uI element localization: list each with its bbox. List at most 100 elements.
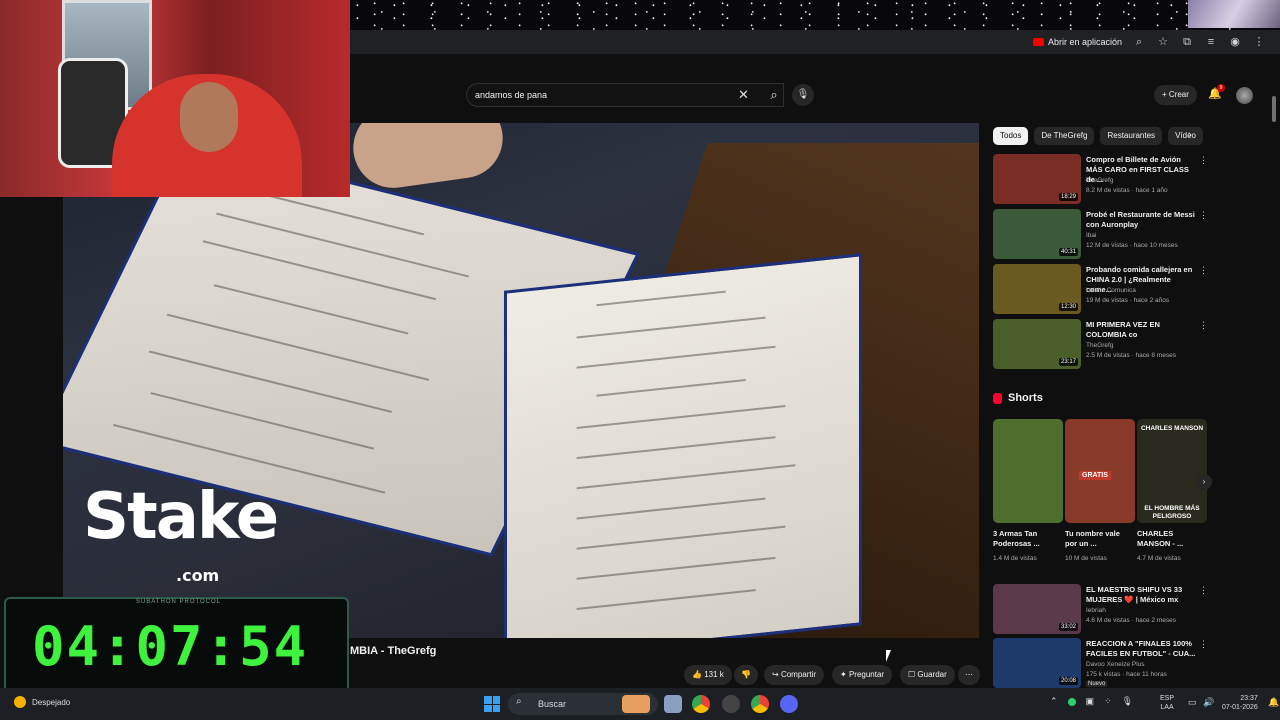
more-options-icon[interactable]: ⋮ (1199, 585, 1208, 596)
chrome-icon[interactable] (692, 695, 710, 713)
display-icon[interactable]: ▭ (1188, 697, 1197, 708)
shorts-heading: Shorts (993, 392, 1043, 404)
short-title[interactable]: Tu nombre vale por un ... (1065, 529, 1129, 549)
weather-widget[interactable]: Despejado (14, 696, 70, 708)
keyboard-layout: LAA (1160, 704, 1174, 711)
chrome-active-icon[interactable] (751, 695, 769, 713)
search-highlight-icon[interactable] (622, 695, 650, 713)
dislike-button[interactable]: 👎 (734, 665, 758, 685)
video-thumbnail[interactable]: 33:02 (993, 584, 1081, 634)
video-title: MBIA - TheGrefg (350, 645, 437, 657)
notification-center-icon[interactable]: 🔔 (1268, 697, 1279, 708)
video-player[interactable] (63, 123, 979, 638)
shorts-icon (993, 392, 1002, 404)
windows-start-icon[interactable] (484, 696, 500, 712)
discord-icon[interactable] (780, 695, 798, 713)
short-thumbnail[interactable] (993, 419, 1063, 523)
zoom-icon[interactable]: ⌕ (1132, 35, 1146, 49)
save-button[interactable]: ☐ Guardar (900, 665, 955, 685)
channel-name[interactable]: Ibai (1086, 232, 1096, 239)
more-options-icon[interactable]: ⋮ (1199, 265, 1208, 276)
search-input[interactable]: andamos de pana (466, 83, 784, 107)
page-scrollbar[interactable] (1272, 86, 1278, 686)
short-thumbnail[interactable]: CHARLES MANSON EL HOMBRE MÁS PELIGROSO (1137, 419, 1207, 523)
video-duration: 33:02 (1058, 623, 1078, 631)
app-icon[interactable] (722, 695, 740, 713)
network-tray-icon[interactable]: ⁘ (1104, 696, 1112, 707)
share-label: Compartir (780, 670, 817, 679)
browser-menu-icon[interactable]: ⋮ (1252, 35, 1266, 49)
more-options-icon[interactable]: ⋮ (1199, 639, 1208, 650)
extensions-icon[interactable]: ⧉ (1180, 35, 1194, 49)
more-actions-button[interactable]: ⋯ (958, 665, 980, 685)
clear-search-icon[interactable]: ✕ (738, 87, 749, 103)
short-thumbnail[interactable]: GRATIS (1065, 419, 1135, 523)
save-label: Guardar (917, 670, 947, 679)
volume-icon[interactable]: 🔊 (1203, 697, 1214, 708)
task-view-icon[interactable] (664, 695, 682, 713)
search-icon: ⌕ (516, 696, 522, 707)
scrollbar-thumb[interactable] (1272, 96, 1276, 122)
mic-tray-icon[interactable]: 🎙 (1122, 696, 1133, 707)
video-duration: 23:17 (1058, 358, 1078, 366)
channel-name[interactable]: Iebriah (1086, 607, 1106, 614)
more-options-icon[interactable]: ⋮ (1199, 320, 1208, 331)
video-thumbnail[interactable]: 23:17 (993, 319, 1081, 369)
video-thumbnail[interactable]: 12:30 (993, 264, 1081, 314)
webcam-streamer-head (180, 82, 238, 152)
video-title[interactable]: Probé el Restaurante de Messi con Auronp… (1086, 210, 1198, 230)
video-title[interactable]: MI PRIMERA VEZ EN COLOMBIA co (1086, 320, 1198, 340)
mouse-cursor (886, 650, 891, 662)
short-bottom-text: EL HOMBRE MÁS PELIGROSO (1144, 505, 1200, 520)
video-meta: 12 M de vistas · hace 10 meses (1086, 242, 1178, 249)
video-title[interactable]: EL MAESTRO SHIFU VS 33 MUJERES ❤️ | Méxi… (1086, 585, 1198, 605)
short-title[interactable]: CHARLES MANSON - ... (1137, 529, 1201, 549)
create-button[interactable]: + Crear (1154, 85, 1197, 105)
list-item[interactable]: 12:30 Probando comida callejera en CHINA… (993, 264, 1208, 314)
list-item[interactable]: 33:02 EL MAESTRO SHIFU VS 33 MUJERES ❤️ … (993, 584, 1208, 634)
create-label: Crear (1168, 90, 1189, 99)
video-thumbnail[interactable]: 18:29 (993, 154, 1081, 204)
search-button[interactable]: ⌕ (758, 83, 790, 107)
ask-button[interactable]: ✦ Preguntar (832, 665, 893, 685)
short-title[interactable]: 3 Armas Tan Poderosas ... (993, 529, 1057, 549)
status-icon[interactable] (1067, 697, 1076, 706)
chip-todos[interactable]: Todos (993, 127, 1029, 145)
shorts-next-icon[interactable]: › (1196, 474, 1212, 490)
channel-name[interactable]: Davoo Xeneize Plus (1086, 661, 1145, 668)
language-indicator[interactable]: ESP LAA (1160, 694, 1174, 712)
bookmark-star-icon[interactable]: ☆ (1156, 35, 1170, 49)
open-in-app-button[interactable]: Abrir en aplicación (1032, 37, 1122, 47)
clock[interactable]: 23:37 07-01-2026 (1222, 694, 1258, 712)
video-title[interactable]: REACCION A "FINALES 100% FACILES EN FUTB… (1086, 639, 1198, 659)
share-button[interactable]: ↪ Compartir (764, 665, 825, 685)
account-avatar[interactable] (1236, 87, 1253, 104)
chip-restaurantes[interactable]: Restaurantes (1100, 127, 1163, 145)
chevron-up-icon[interactable]: ⌃ (1050, 696, 1058, 707)
like-button[interactable]: 👍 131 k (684, 665, 732, 685)
chip-de-thegrefg[interactable]: De TheGrefg (1034, 127, 1095, 145)
app-tray-icon[interactable]: ▣ (1086, 696, 1095, 707)
background-strip (350, 0, 1280, 30)
chevron-right-icon[interactable]: › (1188, 129, 1192, 141)
media-icon[interactable]: ≡ (1204, 35, 1218, 49)
list-item[interactable]: 18:29 Compro el Billete de Avión MÁS CAR… (993, 154, 1208, 204)
clock-date: 07-01-2026 (1222, 704, 1258, 711)
video-duration: 40:31 (1058, 248, 1078, 256)
channel-name[interactable]: TheGrefg (1086, 342, 1113, 349)
voice-search-icon[interactable]: 🎙 (792, 84, 814, 106)
more-options-icon[interactable]: ⋮ (1199, 155, 1208, 166)
chip-video[interactable]: Vídeo (1168, 127, 1203, 145)
profile-icon[interactable]: ◉ (1228, 35, 1242, 49)
video-thumbnail[interactable]: 40:31 (993, 209, 1081, 259)
channel-name[interactable]: Luisito Comunica (1086, 287, 1136, 294)
language-code: ESP (1160, 695, 1175, 702)
video-thumbnail[interactable]: 20:08 (993, 638, 1081, 688)
more-options-icon[interactable]: ⋮ (1199, 210, 1208, 221)
ask-label: Preguntar (848, 670, 885, 679)
channel-name[interactable]: TheGrefg (1086, 177, 1113, 184)
short-top-text: CHARLES MANSON (1140, 425, 1204, 432)
list-item[interactable]: 23:17 MI PRIMERA VEZ EN COLOMBIA co TheG… (993, 319, 1208, 369)
list-item[interactable]: 40:31 Probé el Restaurante de Messi con … (993, 209, 1208, 259)
list-item[interactable]: 20:08 REACCION A "FINALES 100% FACILES E… (993, 638, 1208, 688)
